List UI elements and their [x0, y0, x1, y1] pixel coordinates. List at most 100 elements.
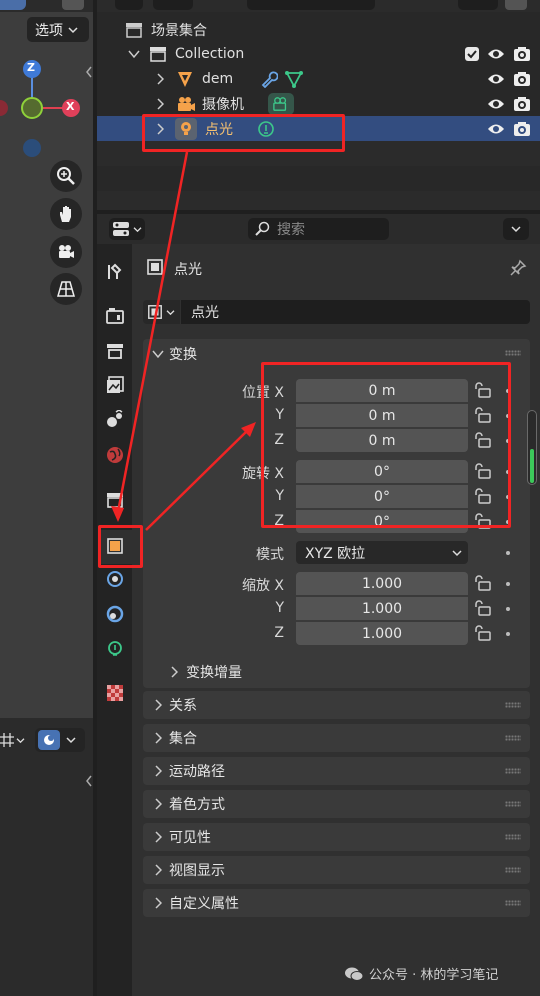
outliner-item-dem[interactable]: dem — [97, 66, 540, 91]
tab-constraints[interactable] — [104, 603, 126, 625]
editor-type-dropdown[interactable] — [109, 218, 145, 240]
rotation-mode-dropdown[interactable]: XYZ 欧拉 — [296, 541, 468, 564]
drag-handle-icon[interactable] — [505, 735, 521, 741]
eye-icon[interactable] — [487, 72, 505, 86]
pivot-dropdown[interactable] — [0, 728, 30, 752]
keyframe-dot[interactable] — [506, 389, 510, 393]
keyframe-dot[interactable] — [506, 607, 510, 611]
lock-icon[interactable] — [473, 625, 491, 641]
drag-handle-icon[interactable] — [505, 834, 521, 840]
tab-physics[interactable] — [104, 568, 126, 590]
keyframe-dot[interactable] — [506, 551, 510, 555]
scale-z-field[interactable]: 1.000 — [296, 622, 468, 645]
drag-handle-icon[interactable] — [505, 900, 521, 906]
keyframe-dot[interactable] — [506, 632, 510, 636]
eye-icon[interactable] — [487, 122, 505, 136]
navigation-gizmo[interactable] — [0, 55, 93, 165]
outliner-item-camera[interactable]: 摄像机 — [97, 91, 540, 116]
viewport-mode-icon[interactable] — [0, 0, 26, 10]
scrollbar[interactable] — [527, 410, 537, 485]
wrench-icon[interactable] — [260, 70, 279, 88]
delta-transform-subpanel[interactable]: 变换增量 — [170, 660, 370, 684]
options-dropdown[interactable] — [503, 218, 529, 240]
render-camera-icon[interactable] — [513, 96, 531, 112]
panel-visibility[interactable]: 可见性 — [143, 823, 530, 851]
render-camera-icon[interactable] — [513, 71, 531, 87]
keyframe-dot[interactable] — [506, 520, 510, 524]
tab-output[interactable] — [104, 340, 126, 362]
lock-icon[interactable] — [473, 488, 491, 504]
render-camera-icon[interactable] — [513, 46, 531, 62]
camera-view-button[interactable] — [50, 236, 82, 268]
drag-handle-icon[interactable] — [505, 702, 521, 708]
outliner-display-mode[interactable] — [115, 0, 143, 10]
scrollbar-thumb[interactable] — [530, 449, 534, 483]
scale-y-field[interactable]: 1.000 — [296, 597, 468, 620]
panel-relations[interactable]: 关系 — [143, 691, 530, 719]
keyframe-dot[interactable] — [506, 439, 510, 443]
chevron-right-icon[interactable] — [156, 97, 164, 110]
tab-view-layer[interactable] — [104, 374, 126, 396]
render-camera-icon[interactable] — [513, 121, 531, 137]
chevron-right-icon[interactable] — [156, 122, 164, 135]
outliner-item-point-light[interactable]: 点光 — [97, 116, 540, 141]
zoom-button[interactable] — [50, 160, 82, 192]
keyframe-dot[interactable] — [506, 495, 510, 499]
tab-object-data[interactable] — [104, 638, 126, 660]
location-x-field[interactable]: 0 m — [296, 379, 468, 402]
lock-icon[interactable] — [473, 407, 491, 423]
outliner-filter-dropdown[interactable] — [458, 0, 498, 10]
keyframe-dot[interactable] — [506, 582, 510, 586]
lock-icon[interactable] — [473, 432, 491, 448]
keyframe-dot[interactable] — [506, 414, 510, 418]
drag-handle-icon[interactable] — [505, 768, 521, 774]
lock-icon[interactable] — [473, 575, 491, 591]
pin-icon[interactable] — [509, 259, 527, 277]
rotation-x-field[interactable]: 0° — [296, 460, 468, 483]
location-y-field[interactable]: 0 m — [296, 404, 468, 427]
eye-icon[interactable] — [487, 47, 505, 61]
location-z-field[interactable]: 0 m — [296, 429, 468, 452]
panel-viewport-display[interactable]: 视图显示 — [143, 856, 530, 884]
properties-search-input[interactable]: 搜索 — [248, 218, 389, 240]
panel-custom-properties[interactable]: 自定义属性 — [143, 889, 530, 917]
camera-data-icon[interactable] — [268, 92, 294, 115]
pan-button[interactable] — [50, 198, 82, 230]
3d-viewport[interactable]: 选项 Z X — [0, 0, 93, 718]
tab-collection[interactable] — [104, 489, 126, 511]
object-name-field[interactable]: 点光 — [181, 300, 530, 324]
keyframe-dot[interactable] — [506, 470, 510, 474]
options-dropdown[interactable]: 选项 — [27, 17, 89, 42]
lock-icon[interactable] — [473, 382, 491, 398]
chevron-left-icon[interactable] — [85, 775, 93, 787]
lock-icon[interactable] — [473, 513, 491, 529]
transform-panel-header[interactable]: 变换 — [143, 339, 530, 367]
scene-collection-row[interactable]: 场景集合 — [97, 17, 540, 42]
tab-object[interactable] — [104, 535, 126, 557]
object-browse-dropdown[interactable] — [143, 300, 180, 324]
panel-shading[interactable]: 着色方式 — [143, 790, 530, 818]
lock-icon[interactable] — [473, 600, 491, 616]
tab-scene[interactable] — [104, 408, 126, 430]
perspective-button[interactable] — [50, 273, 82, 305]
new-collection-button[interactable] — [505, 0, 527, 10]
scale-x-field[interactable]: 1.000 — [296, 572, 468, 595]
outliner-filter[interactable] — [153, 0, 193, 10]
snap-dropdown[interactable] — [35, 728, 85, 752]
chevron-right-icon[interactable] — [156, 72, 164, 85]
include-checkbox[interactable] — [465, 46, 479, 61]
eye-icon[interactable] — [487, 97, 505, 111]
collection-row[interactable]: Collection — [97, 41, 540, 66]
pause-icon[interactable] — [62, 0, 84, 10]
outliner-search-input[interactable] — [247, 0, 375, 10]
panel-collections[interactable]: 集合 — [143, 724, 530, 752]
tab-texture[interactable] — [104, 682, 126, 704]
tab-render[interactable] — [104, 304, 126, 326]
mesh-data-icon[interactable] — [284, 70, 304, 88]
lock-icon[interactable] — [473, 463, 491, 479]
rotation-z-field[interactable]: 0° — [296, 510, 468, 533]
tab-tool[interactable] — [104, 261, 126, 283]
panel-motion-paths[interactable]: 运动路径 — [143, 757, 530, 785]
drag-handle-icon[interactable] — [505, 801, 521, 807]
rotation-y-field[interactable]: 0° — [296, 485, 468, 508]
